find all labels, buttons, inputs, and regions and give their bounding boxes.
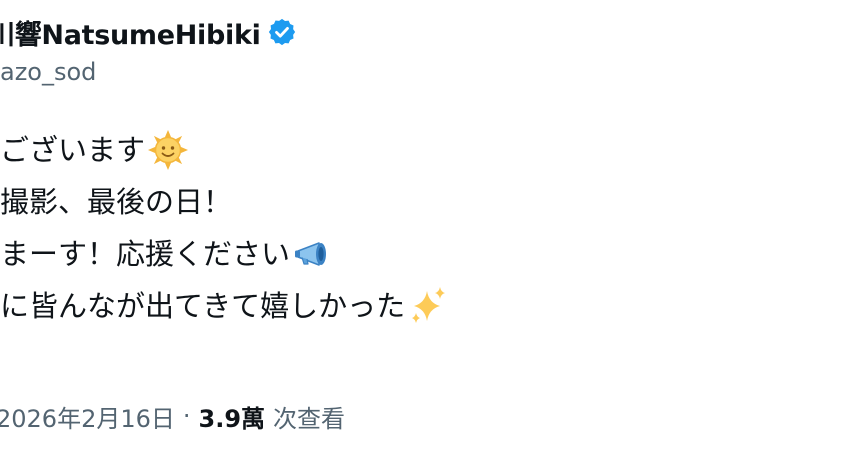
tweet-meta: 2026年2月16日 · 3.9萬 次查看 (0, 396, 345, 436)
tweet-line: 撮影、最後の日！ (0, 176, 449, 228)
tweet-line: ございます (0, 124, 449, 176)
tweet-line: に皆んなが出てきて嬉しかった (0, 280, 449, 332)
tweet-line: まーす！応援ください (0, 228, 449, 280)
verified-badge-icon[interactable] (267, 17, 297, 47)
tweet-line-text: に皆んなが出てきて嬉しかった (0, 289, 406, 323)
sun-face-emoji-icon (147, 129, 189, 171)
tweet-line-text: まーす！応援ください (0, 237, 291, 271)
display-name[interactable]: 川響NatsumeHibiki (0, 13, 261, 52)
views-count: 3.9萬 (198, 404, 266, 433)
tweet-author-row: 川響NatsumeHibiki (0, 13, 297, 52)
user-handle[interactable]: azo_sod (0, 58, 96, 86)
tweet-line-text: ございます (0, 133, 146, 167)
tweet-text: ございます 撮影、最後の日！ まーす！応援ください に皆んなが出てきて嬉しかった (0, 124, 449, 332)
sparkles-emoji-icon (407, 285, 449, 327)
meta-separator: · (182, 402, 191, 430)
tweet-line-text: 撮影、最後の日！ (0, 185, 233, 219)
tweet-timestamp[interactable]: 2026年2月16日 (0, 399, 175, 434)
views-label: 次查看 (273, 404, 346, 433)
megaphone-emoji-icon (292, 233, 334, 275)
